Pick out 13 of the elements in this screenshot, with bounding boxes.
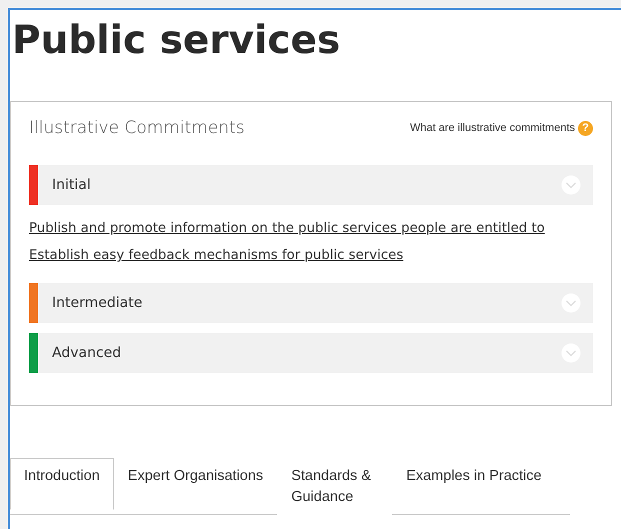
help-link[interactable]: What are illustrative commitments ?	[410, 120, 593, 136]
card-heading: Illustrative Commitments	[29, 118, 245, 138]
help-icon: ?	[578, 120, 593, 136]
level-header[interactable]: Advanced	[29, 333, 593, 373]
chevron-down-icon	[561, 293, 581, 313]
level-header[interactable]: Intermediate	[29, 283, 593, 323]
chevron-down-icon	[561, 175, 581, 195]
page-title: Public services	[12, 17, 342, 65]
commitment-link[interactable]: Publish and promote information on the public services people are entitled to	[29, 221, 593, 236]
chevron-down-icon	[561, 343, 581, 363]
tab[interactable]: Introduction	[10, 458, 114, 510]
level-header[interactable]: Initial	[29, 165, 593, 205]
commitment-link[interactable]: Establish easy feedback mechanisms for public services	[29, 248, 593, 263]
